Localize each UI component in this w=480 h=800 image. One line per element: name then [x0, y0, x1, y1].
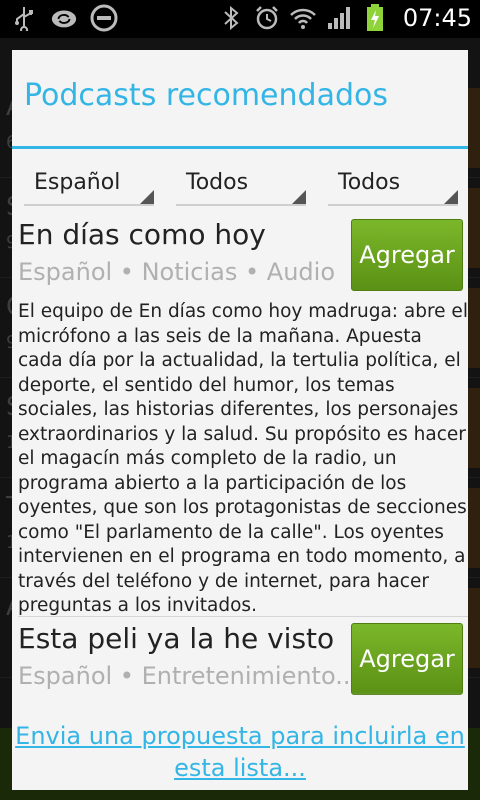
spinner-arrow-icon	[140, 190, 154, 204]
do-not-disturb-icon	[90, 4, 118, 32]
language-spinner-value: Español	[34, 170, 121, 195]
alarm-icon	[253, 4, 281, 32]
podcast-title: En días como hoy	[18, 218, 266, 251]
status-bar: 07:45	[0, 0, 480, 38]
language-spinner[interactable]: Español	[24, 166, 154, 206]
podcast-description: El equipo de En días como hoy madruga: a…	[18, 301, 468, 616]
signal-icon	[325, 4, 353, 32]
dialog-footer: Envia una propuesta para incluirla en es…	[12, 704, 468, 790]
spinner-arrow-icon	[444, 190, 458, 204]
item-divider	[18, 616, 468, 617]
title-divider	[12, 146, 468, 149]
add-podcast-button[interactable]: Agregar	[351, 623, 463, 695]
podcast-title: Esta peli ya la he visto	[18, 622, 335, 655]
battery-charging-icon	[361, 4, 389, 32]
usb-icon	[10, 4, 38, 32]
type-spinner[interactable]: Todos	[328, 166, 458, 206]
spinner-arrow-icon	[292, 190, 306, 204]
podcast-meta: Español • Noticias • Audio	[18, 258, 336, 286]
category-spinner-value: Todos	[186, 170, 249, 195]
sync-icon	[50, 4, 78, 32]
propose-podcast-link[interactable]: Envia una propuesta para incluirla en es…	[12, 720, 468, 784]
clock: 07:45	[402, 4, 472, 32]
wifi-icon	[289, 4, 317, 32]
add-podcast-button[interactable]: Agregar	[351, 219, 463, 291]
dialog-title: Podcasts recomendados	[24, 78, 388, 113]
bluetooth-icon	[217, 4, 245, 32]
podcast-meta: Español • Entretenimiento...	[18, 662, 348, 690]
category-spinner[interactable]: Todos	[176, 166, 306, 206]
type-spinner-value: Todos	[338, 170, 401, 195]
